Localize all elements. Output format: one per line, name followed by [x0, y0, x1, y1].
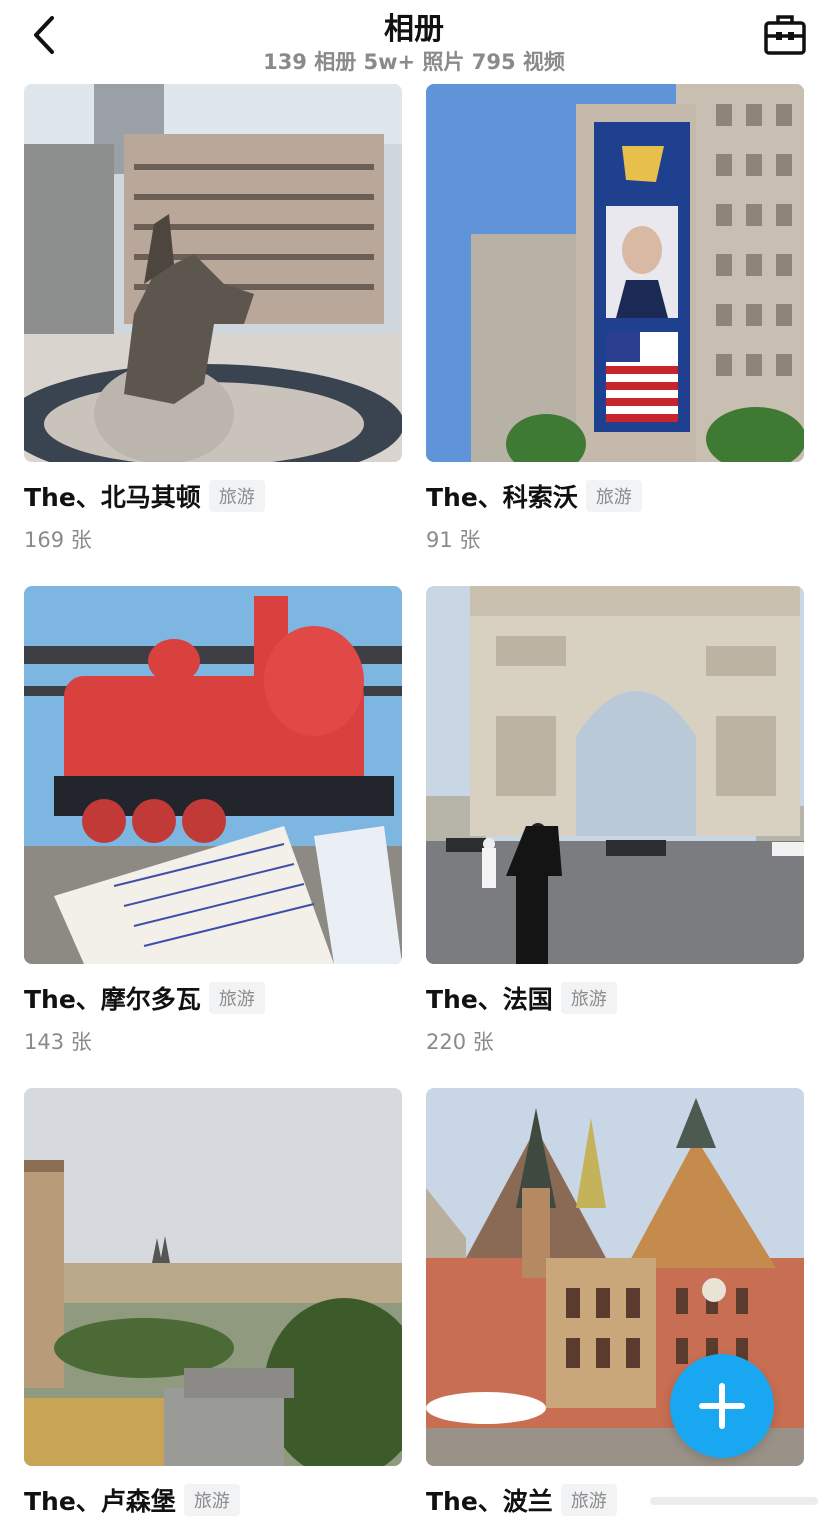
album-cover-image: [426, 84, 804, 462]
album-name: The、法国: [426, 985, 553, 1014]
album-card[interactable]: The、卢森堡 旅游: [24, 1088, 402, 1516]
page-title: 相册: [384, 12, 444, 47]
album-cover[interactable]: [24, 1088, 402, 1466]
album-title-row: The、法国 旅游: [426, 981, 617, 1015]
add-album-button[interactable]: [670, 1354, 774, 1458]
album-cover[interactable]: [426, 84, 804, 462]
album-cover-image: [24, 84, 402, 462]
album-title-row: The、卢森堡 旅游: [24, 1483, 240, 1517]
album-card[interactable]: The、法国 旅游 220 张: [426, 586, 804, 1054]
album-cover-image: [24, 1088, 402, 1466]
album-name: The、北马其顿: [24, 483, 201, 512]
toolbox-icon: [764, 15, 806, 55]
album-title-row: The、科索沃 旅游: [426, 479, 642, 513]
album-card[interactable]: The、摩尔多瓦 旅游 143 张: [24, 586, 402, 1054]
toolbox-button[interactable]: [762, 12, 808, 58]
watermark-image: [650, 1497, 818, 1505]
album-tag: 旅游: [208, 982, 265, 1014]
album-count: 220 张: [426, 1030, 494, 1054]
plus-icon: [699, 1383, 745, 1429]
album-title-row: The、波兰 旅游: [426, 1483, 617, 1517]
album-tag: 旅游: [183, 1484, 240, 1516]
album-cover[interactable]: [24, 586, 402, 964]
album-title-row: The、北马其顿 旅游: [24, 479, 265, 513]
album-count: 91 张: [426, 528, 481, 552]
album-card[interactable]: The、北马其顿 旅游 169 张: [24, 84, 402, 552]
album-tag: 旅游: [560, 982, 617, 1014]
album-tag: 旅游: [208, 480, 265, 512]
album-cover-image: [426, 586, 804, 964]
album-cover-image: [24, 586, 402, 964]
album-count: 169 张: [24, 528, 92, 552]
album-name: The、卢森堡: [24, 1487, 176, 1516]
album-name: The、科索沃: [426, 483, 578, 512]
page-subtitle: 139 相册 5w+ 照片 795 视频: [263, 50, 565, 74]
album-count: 143 张: [24, 1030, 92, 1054]
album-name: The、摩尔多瓦: [24, 985, 201, 1014]
album-title-row: The、摩尔多瓦 旅游: [24, 981, 265, 1015]
album-card[interactable]: The、科索沃 旅游 91 张: [426, 84, 804, 552]
album-cover[interactable]: [426, 586, 804, 964]
album-name: The、波兰: [426, 1487, 553, 1516]
album-tag: 旅游: [585, 480, 642, 512]
album-tag: 旅游: [560, 1484, 617, 1516]
album-cover[interactable]: [24, 84, 402, 462]
top-bar: 相册 139 相册 5w+ 照片 795 视频: [0, 0, 828, 82]
